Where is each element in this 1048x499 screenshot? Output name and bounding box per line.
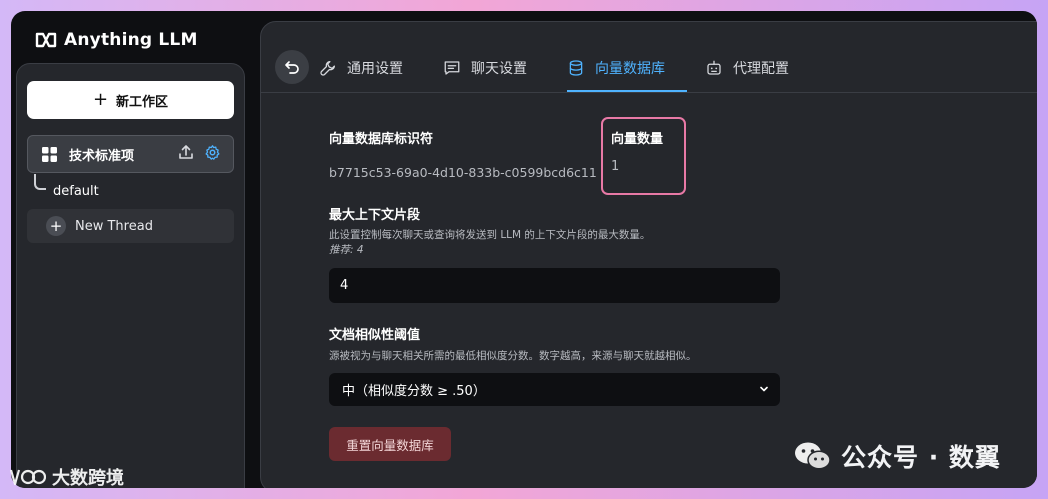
- vector-identifier-label: 向量数据库标识符: [329, 132, 434, 147]
- grid-icon: [42, 146, 57, 162]
- upload-icon[interactable]: [178, 144, 194, 164]
- similarity-threshold-label: 文档相似性阈值: [329, 328, 421, 343]
- thread-default[interactable]: default: [53, 184, 99, 199]
- similarity-threshold-select[interactable]: 中（相似度分数 ≥ .50）: [329, 373, 780, 406]
- wechat-watermark-text: 公众号 · 数翼: [841, 443, 1001, 472]
- new-thread-label: New Thread: [75, 218, 153, 234]
- vector-count-label: 向量数量: [611, 132, 664, 147]
- gear-icon[interactable]: [204, 144, 221, 165]
- similarity-threshold-selected: 中（相似度分数 ≥ .50）: [342, 384, 486, 399]
- tab-chat[interactable]: 聊天设置: [443, 44, 549, 92]
- wechat-watermark: 公众号 · 数翼: [793, 438, 1001, 474]
- brand-logo: Anything LLM: [35, 28, 198, 52]
- new-workspace-button[interactable]: + 新工作区: [27, 81, 234, 119]
- plus-icon: +: [92, 89, 109, 110]
- context-snippets-recommend: 推荐: 4: [329, 244, 364, 256]
- tab-agent-config[interactable]: 代理配置: [705, 44, 811, 92]
- chat-icon: [444, 61, 460, 75]
- brand-watermark-icon: [9, 469, 46, 486]
- chevron-down-icon: [760, 386, 768, 392]
- context-snippets-description: 此设置控制每次聊天或查询将发送到 LLM 的上下文片段的最大数量。: [329, 229, 651, 241]
- reset-vector-db-button[interactable]: 重置向量数据库: [329, 427, 451, 461]
- database-icon: [569, 60, 583, 76]
- settings-tabs: 通用设置 聊天设置 向量数据库 代理配置: [319, 44, 829, 92]
- vector-identifier-value: b7715c53-69a0-4d10-833b-c0599bcd6c11: [329, 165, 597, 180]
- tab-general[interactable]: 通用设置: [319, 44, 425, 92]
- back-button[interactable]: [275, 50, 309, 84]
- new-thread-button[interactable]: + New Thread: [27, 209, 234, 243]
- new-workspace-label: 新工作区: [116, 94, 169, 110]
- vector-count-value: 1: [611, 159, 620, 174]
- workspace-item[interactable]: 技术标准项: [27, 135, 234, 173]
- app-window: Anything LLM + 新工作区 技术标准项 default + New …: [11, 11, 1037, 488]
- similarity-threshold-description: 源被视为与聊天相关所需的最低相似度分数。数字越高，来源与聊天就越相似。: [329, 350, 697, 362]
- wechat-icon: [795, 442, 831, 470]
- sidebar: + 新工作区 技术标准项 default + New Thread: [16, 63, 245, 488]
- settings-panel: 通用设置 聊天设置 向量数据库 代理配置 向量数据库标识符 b7715c53-6…: [260, 21, 1037, 488]
- thread-connector: [34, 174, 46, 190]
- logo-watermark: 大数跨境: [8, 462, 124, 492]
- context-snippets-value: 4: [340, 278, 349, 293]
- brand-name: Anything LLM: [64, 30, 198, 50]
- plus-icon: +: [46, 216, 66, 236]
- logo-watermark-text: 大数跨境: [52, 468, 124, 489]
- context-snippets-input[interactable]: 4: [329, 268, 780, 303]
- tab-vector-database[interactable]: 向量数据库: [567, 44, 687, 92]
- tabs-divider: [261, 92, 1037, 93]
- robot-icon: [707, 60, 721, 75]
- context-snippets-label: 最大上下文片段: [329, 208, 421, 223]
- workspace-name: 技术标准项: [69, 148, 135, 164]
- back-arrow-icon: [285, 61, 299, 74]
- wrench-icon: [320, 60, 336, 76]
- anything-llm-logo-icon: [35, 32, 57, 48]
